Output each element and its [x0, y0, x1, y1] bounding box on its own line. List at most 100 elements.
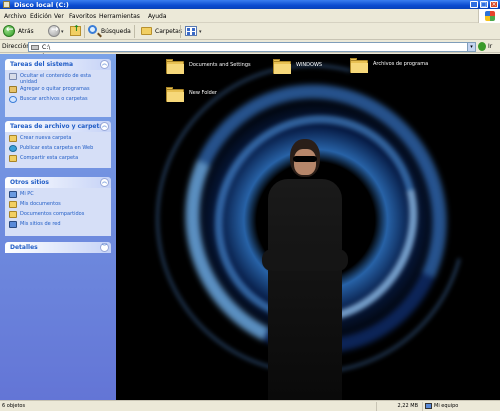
panel-title: Tareas de archivo y carpeta	[10, 123, 104, 130]
drive-icon	[31, 45, 39, 50]
window-title: Disco local (C:)	[14, 1, 69, 9]
task-publish-web[interactable]: Publicar esta carpeta en Web	[9, 145, 107, 154]
toolbar-separator	[84, 25, 85, 38]
programs-icon	[9, 86, 17, 93]
other-places-body: Mi PC Mis documentos Documentos comparti…	[5, 188, 111, 236]
other-places-panel: Otros sitios ︽ Mi PC Mis documentos Docu…	[5, 177, 111, 236]
search-button[interactable]: Búsqueda	[88, 25, 131, 38]
toolbar: ← Atrás ▾ → ▾ Búsqueda Carpetas ▾	[0, 23, 500, 56]
person-body	[268, 179, 342, 400]
task-share-folder[interactable]: Compartir esta carpeta	[9, 155, 107, 164]
menu-favoritos[interactable]: Favoritos	[69, 13, 96, 20]
new-folder-icon	[9, 135, 17, 142]
task-label: Mi PC	[20, 191, 34, 197]
other-places-header[interactable]: Otros sitios ︽	[5, 177, 111, 188]
windows-logo-icon	[485, 11, 495, 21]
wallpaper-person	[260, 139, 350, 400]
menu-ver[interactable]: Ver	[54, 13, 64, 20]
task-label: Documentos compartidos	[20, 211, 85, 217]
search-icon	[88, 25, 97, 34]
status-location-label: Mi equipo	[434, 403, 459, 409]
place-network[interactable]: Mis sitios de red	[9, 221, 107, 230]
folder-icon	[350, 58, 368, 73]
details-header[interactable]: Detalles ︾	[5, 242, 111, 253]
drive-icon	[3, 1, 10, 8]
address-input[interactable]: C:\ ▾	[28, 42, 476, 52]
address-label: Dirección	[2, 43, 31, 50]
system-tasks-header[interactable]: Tareas del sistema ︽	[5, 59, 111, 70]
panel-title: Detalles	[10, 244, 38, 251]
folder-up-icon	[70, 24, 81, 36]
search-icon	[9, 96, 17, 103]
forward-button[interactable]: → ▾	[48, 25, 66, 38]
folder-icon	[166, 59, 184, 74]
collapse-chevron-icon[interactable]: ︽	[100, 122, 109, 131]
task-label: Ocultar el contenido de esta unidad	[20, 73, 91, 85]
hide-contents-icon	[9, 73, 17, 80]
file-list-area[interactable]: Documents and Settings WINDOWS Archivos …	[116, 54, 500, 400]
file-label: New Folder	[189, 90, 217, 96]
task-search-files[interactable]: Buscar archivos o carpetas	[9, 96, 107, 105]
menu-herramientas[interactable]: Herramientas	[99, 13, 140, 20]
go-arrow-icon[interactable]	[478, 42, 486, 51]
forward-dropdown-icon: ▾	[61, 29, 64, 35]
status-bar: 6 objetos 2,22 MB Mi equipo	[0, 400, 500, 411]
place-shared-documents[interactable]: Documentos compartidos	[9, 211, 107, 220]
address-dropdown-icon[interactable]: ▾	[467, 43, 475, 51]
person-face	[294, 149, 316, 175]
person-arms	[262, 249, 348, 271]
up-button[interactable]	[70, 24, 83, 38]
file-label: Archivos de programa	[373, 61, 429, 67]
file-tasks-header[interactable]: Tareas de archivo y carpeta ︽	[5, 121, 111, 132]
collapse-chevron-icon[interactable]: ︽	[100, 178, 109, 187]
documents-folder-icon	[9, 201, 17, 208]
task-label: Crear nueva carpeta	[20, 135, 72, 141]
task-add-remove-programs[interactable]: Agregar o quitar programas	[9, 86, 107, 95]
computer-icon	[9, 191, 17, 198]
task-new-folder[interactable]: Crear nueva carpeta	[9, 135, 107, 144]
details-panel: Detalles ︾	[5, 242, 111, 253]
menu-edicion[interactable]: Edición	[30, 13, 52, 20]
folder-icon	[273, 59, 291, 74]
views-button[interactable]: ▾	[185, 25, 205, 38]
toolbar-separator	[134, 25, 135, 38]
file-tasks-body: Crear nueva carpeta Publicar esta carpet…	[5, 132, 111, 168]
computer-icon	[425, 402, 432, 409]
views-dropdown-icon: ▾	[199, 29, 202, 35]
shared-folder-icon	[9, 211, 17, 218]
file-label: WINDOWS	[296, 62, 323, 68]
network-icon	[9, 221, 17, 228]
status-object-count: 6 objetos	[2, 403, 26, 409]
menu-ayuda[interactable]: Ayuda	[148, 13, 167, 20]
title-bar[interactable]: Disco local (C:) _ □ ×	[0, 0, 500, 9]
expand-chevron-icon[interactable]: ︾	[100, 243, 109, 252]
place-my-computer[interactable]: Mi PC	[9, 191, 107, 200]
task-hide-drive-contents[interactable]: Ocultar el contenido de esta unidad	[9, 73, 107, 85]
windows-flag	[478, 9, 500, 23]
search-label: Búsqueda	[101, 28, 131, 35]
address-bar: Dirección C:\ ▾ Ir	[0, 40, 500, 53]
go-button[interactable]: Ir	[488, 43, 492, 50]
close-button[interactable]: ×	[490, 1, 498, 8]
menu-archivo[interactable]: Archivo	[4, 13, 26, 20]
back-button[interactable]: ← Atrás	[3, 25, 41, 38]
task-label: Mis documentos	[20, 201, 61, 207]
folder-icon	[166, 87, 184, 102]
folders-label: Carpetas	[155, 28, 182, 35]
task-label: Agregar o quitar programas	[20, 86, 90, 92]
file-label: Documents and Settings	[189, 62, 251, 68]
task-label: Buscar archivos o carpetas	[20, 96, 88, 102]
place-my-documents[interactable]: Mis documentos	[9, 201, 107, 210]
task-label: Mis sitios de red	[20, 221, 61, 227]
forward-arrow-icon: →	[48, 25, 60, 37]
folders-button[interactable]: Carpetas	[141, 25, 182, 38]
sunglasses	[293, 156, 317, 162]
status-size: 2,22 MB	[376, 402, 422, 411]
share-folder-icon	[9, 155, 17, 162]
collapse-chevron-icon[interactable]: ︽	[100, 60, 109, 69]
folders-icon	[141, 27, 152, 35]
minimize-button[interactable]: _	[470, 1, 478, 8]
status-location: Mi equipo	[422, 402, 500, 411]
task-label: Compartir esta carpeta	[20, 155, 79, 161]
maximize-button[interactable]: □	[480, 1, 488, 8]
